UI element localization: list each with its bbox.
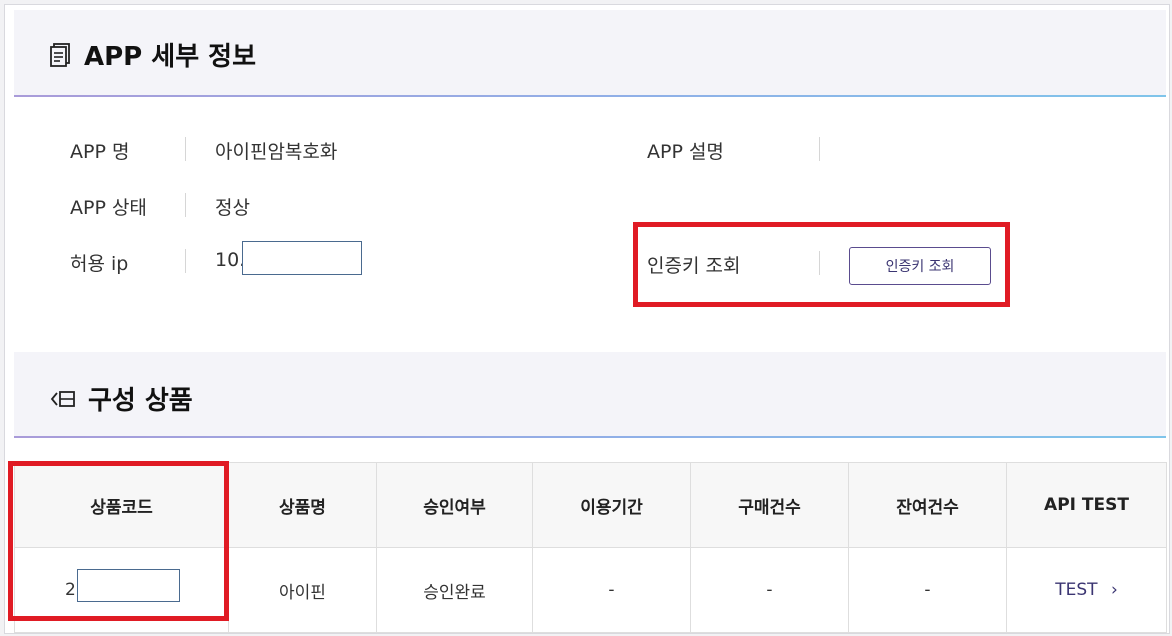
purchase-count-cell: - [690, 547, 849, 633]
api-test-label: TEST [1055, 580, 1098, 600]
document-icon [50, 42, 70, 67]
products-title: 구성 상품 [50, 380, 193, 417]
section-divider [14, 436, 1166, 438]
app-status-value: 정상 [215, 197, 250, 219]
product-name-cell: 아이핀 [228, 547, 377, 633]
redacted-ip-box [242, 241, 362, 275]
column-header: 잔여건수 [848, 462, 1007, 548]
highlight-auth-key [633, 222, 1010, 307]
app-detail-title: APP 세부 정보 [50, 36, 256, 73]
remaining-count-cell: - [848, 547, 1007, 633]
column-header: 승인여부 [376, 462, 533, 548]
chevron-right-icon: › [1110, 580, 1118, 600]
app-detail-title-text: APP 세부 정보 [84, 42, 257, 72]
api-test-link[interactable]: TEST › [1055, 580, 1118, 600]
column-header: API TEST [1006, 462, 1167, 548]
app-name-value: 아이핀암복호화 [215, 141, 338, 163]
approval-cell: 승인완료 [376, 547, 533, 633]
allowed-ip-label: 허용 ip [70, 253, 129, 275]
column-header: 구매건수 [690, 462, 849, 548]
column-header: 상품명 [228, 462, 377, 548]
highlight-product-code [8, 461, 229, 621]
app-name-label: APP 명 [70, 141, 130, 163]
app-status-label: APP 상태 [70, 197, 147, 219]
field-separator [185, 249, 186, 273]
products-header: 구성 상품 [14, 352, 1166, 436]
column-header: 이용기간 [532, 462, 691, 548]
allowed-ip-value: 10. [215, 249, 246, 271]
products-title-text: 구성 상품 [88, 386, 193, 416]
period-cell: - [532, 547, 691, 633]
section-divider [14, 95, 1166, 97]
list-icon [50, 390, 75, 407]
field-separator [819, 137, 820, 161]
field-separator [185, 137, 186, 161]
api-test-cell: TEST › [1006, 547, 1167, 633]
app-desc-label: APP 설명 [647, 141, 724, 163]
field-separator [185, 193, 186, 217]
app-detail-header: APP 세부 정보 [14, 10, 1166, 95]
